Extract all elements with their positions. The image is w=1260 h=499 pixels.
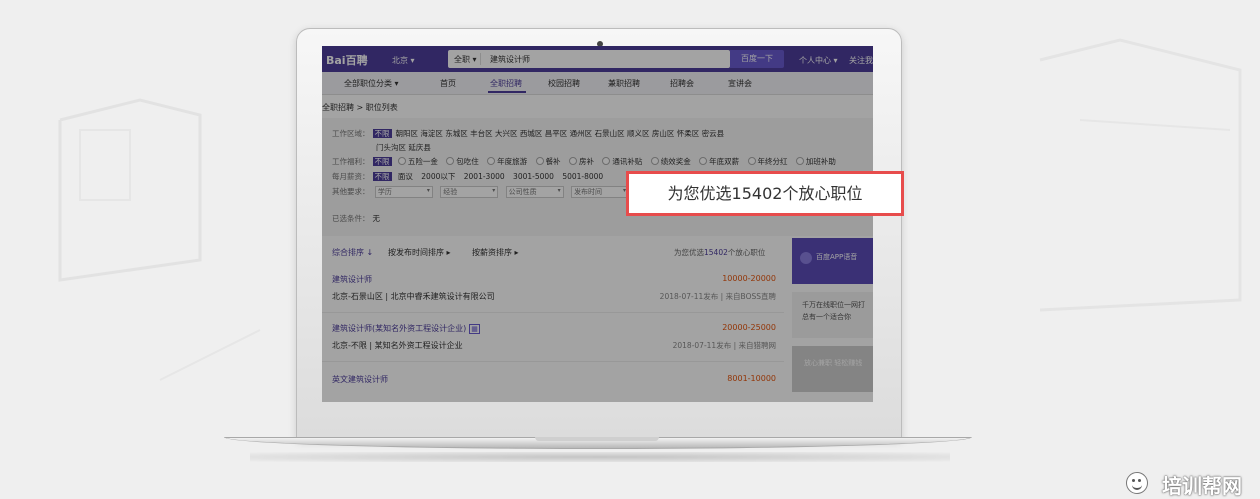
watermark: 培训帮网 bbox=[1126, 470, 1256, 498]
smiley-logo-icon bbox=[1126, 472, 1148, 494]
laptop-shadow bbox=[250, 452, 950, 462]
watermark-text: 培训帮网 bbox=[1162, 474, 1242, 498]
highlight-callout: 为您优选15402个放心职位 bbox=[626, 171, 904, 216]
screen-dim-overlay bbox=[322, 46, 873, 402]
laptop-base-notch bbox=[535, 437, 659, 441]
